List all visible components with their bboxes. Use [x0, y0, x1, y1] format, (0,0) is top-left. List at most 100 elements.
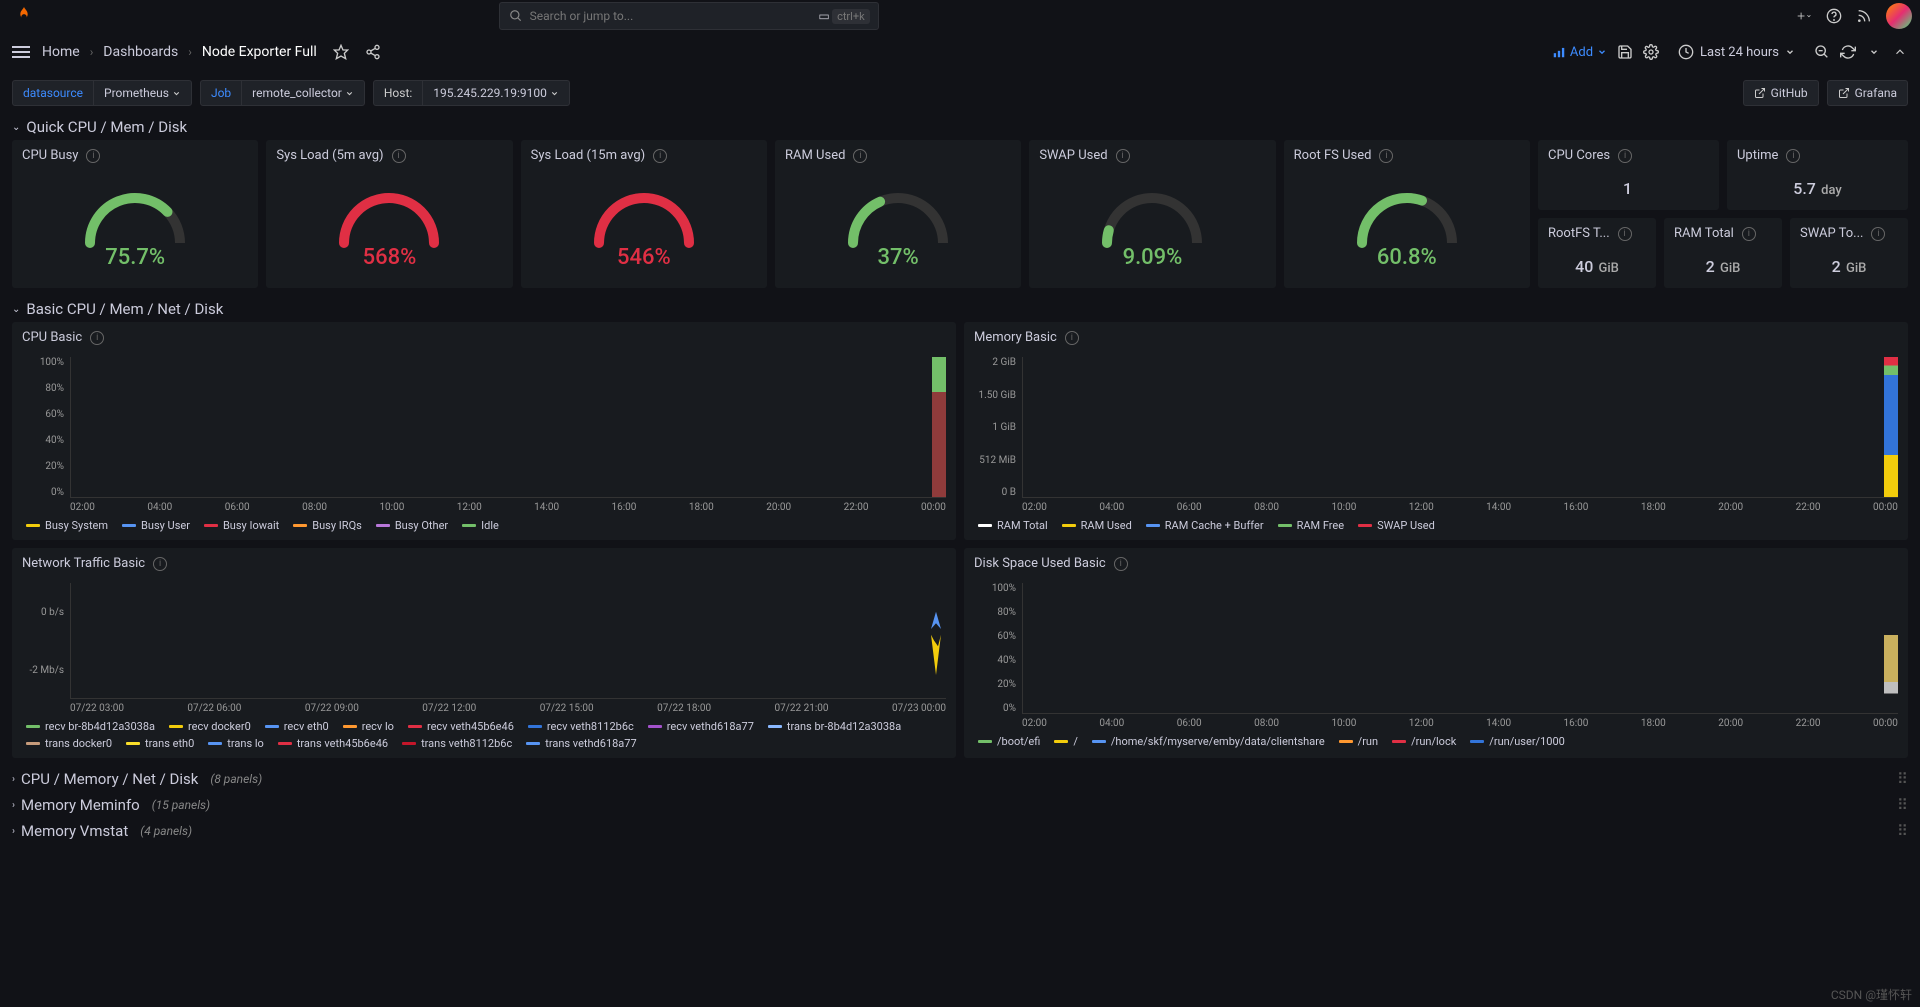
add-button[interactable]: Add — [1552, 45, 1607, 60]
time-picker[interactable]: Last 24 hours — [1669, 39, 1804, 65]
info-icon[interactable]: i — [853, 149, 867, 163]
legend-item[interactable]: trans eth0 — [126, 737, 194, 750]
crumb-page[interactable]: Node Exporter Full — [202, 44, 317, 60]
stat-panel[interactable]: RAM Totali 2 GiB — [1664, 218, 1782, 288]
legend-item[interactable]: recv veth8112b6c — [528, 720, 634, 733]
gauge-value: 37% — [775, 245, 1021, 270]
settings-icon[interactable] — [1643, 44, 1659, 60]
legend-item[interactable]: recv docker0 — [169, 720, 251, 733]
legend-item[interactable]: trans lo — [208, 737, 264, 750]
legend-item[interactable]: /run/lock — [1392, 735, 1456, 748]
collapse-icon[interactable] — [1892, 44, 1908, 60]
info-icon[interactable]: i — [1116, 149, 1130, 163]
chevron-down-icon: ⌄ — [12, 122, 20, 133]
legend-item[interactable]: trans vethd618a77 — [526, 737, 636, 750]
info-icon[interactable]: i — [153, 557, 167, 571]
legend-item[interactable]: recv lo — [343, 720, 394, 733]
plus-icon[interactable] — [1796, 8, 1812, 24]
legend-item[interactable]: Busy Iowait — [204, 519, 279, 532]
legend-item[interactable]: SWAP Used — [1358, 519, 1435, 532]
gauge-panel[interactable]: Root FS Usedi 60.8% — [1284, 140, 1530, 288]
drag-handle-icon[interactable]: ⠿ — [1897, 770, 1908, 788]
crumb-home[interactable]: Home — [42, 44, 80, 60]
row-collapsed[interactable]: › Memory Vmstat (4 panels) ⠿ — [0, 818, 1920, 844]
zoom-out-icon[interactable] — [1814, 44, 1830, 60]
stat-panel[interactable]: Uptimei 5.7 day — [1727, 140, 1908, 210]
gauge-value: 546% — [521, 245, 767, 270]
legend-item[interactable]: trans veth45b6e46 — [278, 737, 388, 750]
info-icon[interactable]: i — [1379, 149, 1393, 163]
var-host-value[interactable]: 195.245.229.19:9100 — [422, 80, 570, 106]
var-ds-value[interactable]: Prometheus — [93, 80, 192, 106]
stat-value: 1 — [1538, 171, 1719, 210]
stat-panel[interactable]: CPU Coresi 1 — [1538, 140, 1719, 210]
legend-item[interactable]: /boot/efi — [978, 735, 1040, 748]
legend-item[interactable]: trans br-8b4d12a3038a — [768, 720, 901, 733]
help-icon[interactable] — [1826, 8, 1842, 24]
legend-item[interactable]: RAM Total — [978, 519, 1048, 532]
info-icon[interactable]: i — [1065, 331, 1079, 345]
rss-icon[interactable] — [1856, 8, 1872, 24]
gauge-panel[interactable]: Sys Load (5m avg)i 568% — [266, 140, 512, 288]
crumb-sep: › — [90, 45, 94, 59]
info-icon[interactable]: i — [653, 149, 667, 163]
link-github[interactable]: GitHub — [1743, 80, 1819, 106]
star-icon[interactable] — [333, 44, 349, 60]
topright — [1796, 3, 1912, 29]
gauge-panel[interactable]: SWAP Usedi 9.09% — [1029, 140, 1275, 288]
legend-item[interactable]: Busy IRQs — [293, 519, 362, 532]
stat-panel[interactable]: RootFS T...i 40 GiB — [1538, 218, 1656, 288]
info-icon[interactable]: i — [1742, 227, 1756, 241]
gauge-panel[interactable]: RAM Usedi 37% — [775, 140, 1021, 288]
row-basic-header[interactable]: ⌄ Basic CPU / Mem / Net / Disk — [0, 296, 1920, 322]
legend-item[interactable]: /run — [1339, 735, 1378, 748]
legend-item[interactable]: / — [1054, 735, 1078, 748]
stat-panel[interactable]: SWAP To...i 2 GiB — [1790, 218, 1908, 288]
search-box[interactable]: Search or jump to... ▭ ctrl+k — [499, 2, 879, 30]
panel-cpu-basic[interactable]: CPU Basici 100%80%60%40%20%0% 02:0004:00… — [12, 322, 956, 540]
drag-handle-icon[interactable]: ⠿ — [1897, 822, 1908, 840]
crumb-dash[interactable]: Dashboards — [103, 44, 178, 60]
legend-item[interactable]: Busy Other — [376, 519, 448, 532]
row-quick-header[interactable]: ⌄ Quick CPU / Mem / Disk — [0, 114, 1920, 140]
legend-item[interactable]: recv eth0 — [265, 720, 329, 733]
legend-item[interactable]: trans veth8112b6c — [402, 737, 512, 750]
drag-handle-icon[interactable]: ⠿ — [1897, 796, 1908, 814]
info-icon[interactable]: i — [1114, 557, 1128, 571]
info-icon[interactable]: i — [90, 331, 104, 345]
gauge-panel[interactable]: CPU Busyi 75.7% — [12, 140, 258, 288]
legend-item[interactable]: recv veth45b6e46 — [408, 720, 514, 733]
info-icon[interactable]: i — [1871, 227, 1885, 241]
var-job-value[interactable]: remote_collector — [241, 80, 365, 106]
legend-item[interactable]: /run/user/1000 — [1470, 735, 1565, 748]
refresh-chevron-icon[interactable] — [1866, 44, 1882, 60]
grafana-logo[interactable] — [12, 4, 36, 28]
panel-memory-basic[interactable]: Memory Basici 2 GiB1.50 GiB1 GiB512 MiB0… — [964, 322, 1908, 540]
panel-network-basic[interactable]: Network Traffic Basici 0 b/s-2 Mb/s 07/2… — [12, 548, 956, 758]
row-collapsed[interactable]: › CPU / Memory / Net / Disk (8 panels) ⠿ — [0, 766, 1920, 792]
legend-item[interactable]: RAM Cache + Buffer — [1146, 519, 1264, 532]
legend-item[interactable]: Busy User — [122, 519, 190, 532]
info-icon[interactable]: i — [1786, 149, 1800, 163]
legend-item[interactable]: recv vethd618a77 — [648, 720, 754, 733]
menu-toggle[interactable] — [12, 46, 30, 58]
gauge-panel[interactable]: Sys Load (15m avg)i 546% — [521, 140, 767, 288]
info-icon[interactable]: i — [86, 149, 100, 163]
avatar[interactable] — [1886, 3, 1912, 29]
share-icon[interactable] — [365, 44, 381, 60]
row-collapsed[interactable]: › Memory Meminfo (15 panels) ⠿ — [0, 792, 1920, 818]
link-grafana[interactable]: Grafana — [1827, 80, 1908, 106]
legend-item[interactable]: RAM Used — [1062, 519, 1132, 532]
legend-item[interactable]: Busy System — [26, 519, 108, 532]
legend-item[interactable]: RAM Free — [1278, 519, 1345, 532]
panel-disk-basic[interactable]: Disk Space Used Basici 100%80%60%40%20%0… — [964, 548, 1908, 758]
info-icon[interactable]: i — [1618, 227, 1632, 241]
legend-item[interactable]: recv br-8b4d12a3038a — [26, 720, 155, 733]
legend-item[interactable]: Idle — [462, 519, 499, 532]
refresh-icon[interactable] — [1840, 44, 1856, 60]
legend-item[interactable]: /home/skf/myserve/emby/data/clientshare — [1092, 735, 1325, 748]
info-icon[interactable]: i — [392, 149, 406, 163]
info-icon[interactable]: i — [1618, 149, 1632, 163]
legend-item[interactable]: trans docker0 — [26, 737, 112, 750]
save-icon[interactable] — [1617, 44, 1633, 60]
